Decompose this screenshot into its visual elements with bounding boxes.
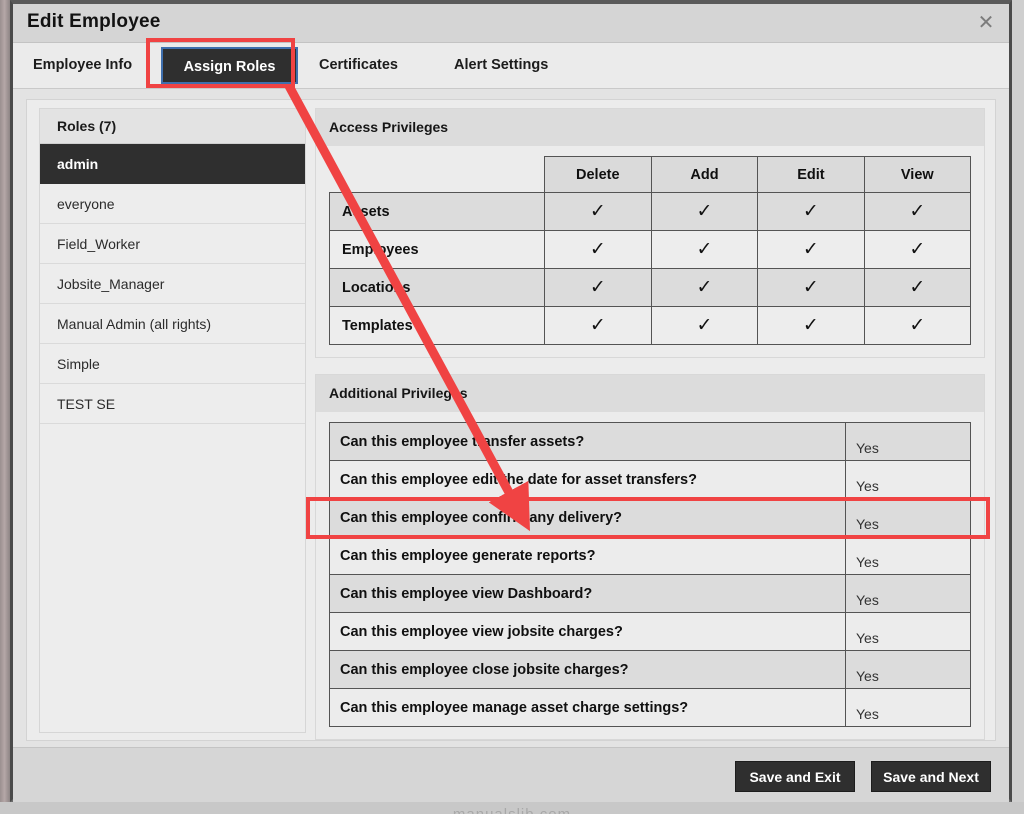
privileges-content: Access Privileges Delete Add Edit View A… — [315, 108, 985, 740]
table-row: Can this employee close jobsite charges?… — [329, 650, 971, 689]
column-header-view: View — [863, 156, 972, 193]
checkmark-icon[interactable]: ✓ — [863, 268, 972, 307]
table-row: Can this employee view Dashboard? Yes — [329, 574, 971, 613]
privilege-question-manage-asset-charge-settings: Can this employee manage asset charge se… — [329, 688, 846, 727]
privilege-value[interactable]: Yes — [845, 612, 971, 651]
edit-employee-dialog: Edit Employee ✕ Employee Info Assign Rol… — [10, 0, 1012, 802]
sidebar-item-everyone[interactable]: everyone — [40, 184, 305, 224]
checkmark-icon[interactable]: ✓ — [650, 192, 759, 231]
checkmark-icon[interactable]: ✓ — [863, 230, 972, 269]
watermark-text: manualslib.com — [0, 806, 1024, 814]
sidebar-item-jobsite-manager[interactable]: Jobsite_Manager — [40, 264, 305, 304]
additional-privileges-heading: Additional Privileges — [316, 375, 984, 412]
checkmark-icon[interactable]: ✓ — [863, 306, 972, 345]
table-header-row: Delete Add Edit View — [330, 156, 972, 193]
table-row: Can this employee transfer assets? Yes — [329, 422, 971, 461]
column-header-add: Add — [650, 156, 759, 193]
screen: Edit Employee ✕ Employee Info Assign Rol… — [0, 0, 1024, 814]
tab-certificates[interactable]: Certificates — [319, 43, 398, 88]
roles-list-panel: Roles (7) admin everyone Field_Worker Jo… — [39, 108, 306, 733]
sidebar-item-simple[interactable]: Simple — [40, 344, 305, 384]
checkmark-icon[interactable]: ✓ — [650, 306, 759, 345]
dialog-body: Roles (7) admin everyone Field_Worker Jo… — [13, 89, 1009, 747]
close-icon[interactable]: ✕ — [975, 12, 997, 34]
checkmark-icon[interactable]: ✓ — [543, 192, 652, 231]
privilege-question-close-jobsite-charges: Can this employee close jobsite charges? — [329, 650, 846, 689]
privilege-value[interactable]: Yes — [845, 536, 971, 575]
access-privileges-heading: Access Privileges — [316, 109, 984, 146]
privilege-value[interactable]: Yes — [845, 650, 971, 689]
column-header-delete: Delete — [543, 156, 652, 193]
checkmark-icon[interactable]: ✓ — [757, 230, 865, 269]
access-privileges-table: Delete Add Edit View Assets ✓ ✓ ✓ ✓ Empl… — [329, 156, 972, 345]
additional-privileges-section: Additional Privileges Can this employee … — [315, 374, 985, 740]
checkmark-icon[interactable]: ✓ — [543, 230, 652, 269]
privilege-question-generate-reports: Can this employee generate reports? — [329, 536, 846, 575]
privilege-question-edit-transfer-date: Can this employee edit the date for asse… — [329, 460, 846, 499]
privilege-value[interactable]: Yes — [845, 422, 971, 461]
sidebar-item-admin[interactable]: admin — [40, 144, 305, 184]
checkmark-icon[interactable]: ✓ — [650, 230, 759, 269]
privilege-question-confirm-delivery: Can this employee confirm any delivery? — [329, 498, 846, 537]
checkmark-icon[interactable]: ✓ — [650, 268, 759, 307]
privilege-question-view-jobsite-charges: Can this employee view jobsite charges? — [329, 612, 846, 651]
privilege-question-transfer-assets: Can this employee transfer assets? — [329, 422, 846, 461]
table-row: Locations ✓ ✓ ✓ ✓ — [329, 268, 972, 307]
table-row: Can this employee manage asset charge se… — [329, 688, 971, 727]
table-row: Can this employee generate reports? Yes — [329, 536, 971, 575]
column-header-edit: Edit — [757, 156, 865, 193]
dialog-footer: Save and Exit Save and Next — [13, 747, 1009, 802]
privilege-value[interactable]: Yes — [845, 498, 971, 537]
dialog-titlebar: Edit Employee ✕ — [13, 4, 1009, 43]
page-bottom-strip: manualslib.com — [0, 802, 1024, 814]
table-row: Templates ✓ ✓ ✓ ✓ — [329, 306, 972, 345]
row-label-employees: Employees — [329, 230, 545, 269]
privilege-value[interactable]: Yes — [845, 574, 971, 613]
dialog-title: Edit Employee — [27, 11, 161, 32]
assign-roles-panel: Roles (7) admin everyone Field_Worker Jo… — [26, 99, 996, 741]
privilege-value[interactable]: Yes — [845, 460, 971, 499]
table-row: Employees ✓ ✓ ✓ ✓ — [329, 230, 972, 269]
table-row: Can this employee edit the date for asse… — [329, 460, 971, 499]
tab-employee-info[interactable]: Employee Info — [33, 43, 132, 88]
tab-alert-settings[interactable]: Alert Settings — [454, 43, 548, 88]
row-label-locations: Locations — [329, 268, 545, 307]
table-row: Assets ✓ ✓ ✓ ✓ — [329, 192, 972, 231]
additional-privileges-body: Can this employee transfer assets? Yes C… — [316, 412, 984, 739]
sidebar-item-field-worker[interactable]: Field_Worker — [40, 224, 305, 264]
checkmark-icon[interactable]: ✓ — [543, 306, 652, 345]
save-and-exit-button[interactable]: Save and Exit — [735, 761, 855, 792]
sidebar-item-test-se[interactable]: TEST SE — [40, 384, 305, 424]
table-row: Can this employee view jobsite charges? … — [329, 612, 971, 651]
checkmark-icon[interactable]: ✓ — [757, 306, 865, 345]
privilege-value[interactable]: Yes — [845, 688, 971, 727]
checkmark-icon[interactable]: ✓ — [863, 192, 972, 231]
checkmark-icon[interactable]: ✓ — [543, 268, 652, 307]
access-privileges-body: Delete Add Edit View Assets ✓ ✓ ✓ ✓ Empl… — [316, 146, 984, 357]
row-label-assets: Assets — [329, 192, 545, 231]
table-row-confirm-delivery: Can this employee confirm any delivery? … — [329, 498, 971, 537]
roles-list-header: Roles (7) — [40, 109, 305, 144]
table-corner-cell — [330, 157, 545, 193]
additional-privileges-table: Can this employee transfer assets? Yes C… — [329, 422, 971, 727]
checkmark-icon[interactable]: ✓ — [757, 268, 865, 307]
backdrop-left-edge — [0, 0, 10, 814]
access-privileges-section: Access Privileges Delete Add Edit View A… — [315, 108, 985, 358]
save-and-next-button[interactable]: Save and Next — [871, 761, 991, 792]
tab-bar: Employee Info Assign Roles Certificates … — [13, 43, 1009, 89]
checkmark-icon[interactable]: ✓ — [757, 192, 865, 231]
sidebar-item-manual-admin[interactable]: Manual Admin (all rights) — [40, 304, 305, 344]
row-label-templates: Templates — [329, 306, 545, 345]
tab-assign-roles[interactable]: Assign Roles — [161, 47, 298, 84]
privilege-question-view-dashboard: Can this employee view Dashboard? — [329, 574, 846, 613]
